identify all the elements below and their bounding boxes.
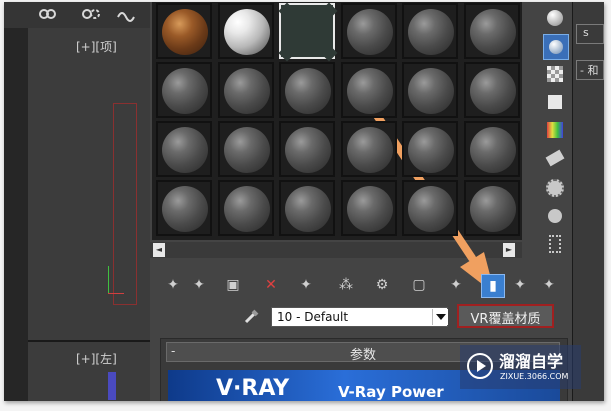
sample-slot[interactable] <box>341 180 397 236</box>
sample-slot[interactable] <box>278 2 338 62</box>
sample-slot[interactable] <box>464 62 520 118</box>
watermark-logo-icon <box>467 353 493 379</box>
show-map-icon[interactable]: ▢ <box>408 274 430 296</box>
reset-icon[interactable]: ▣ <box>222 274 244 296</box>
put-to-scene-icon[interactable]: ✦ <box>162 274 184 296</box>
watermark-url: ZIXUE.3066.COM <box>500 372 569 381</box>
sample-slot[interactable] <box>464 121 520 177</box>
sample-slot[interactable] <box>156 180 212 236</box>
sample-slot[interactable] <box>279 62 335 118</box>
assign-material-icon[interactable]: ✦ <box>188 274 210 296</box>
sample-slot[interactable] <box>156 62 212 118</box>
sample-slot[interactable] <box>341 3 397 59</box>
sample-slot[interactable] <box>402 180 458 236</box>
put-to-library-icon[interactable]: ⁂ <box>335 274 357 296</box>
show-background-icon[interactable]: ▮ <box>481 274 505 298</box>
sample-slot[interactable] <box>218 180 274 236</box>
show-end-result-icon[interactable]: ✦ <box>445 274 467 296</box>
watermark: 溜溜自学 ZIXUE.3066.COM <box>460 345 581 389</box>
sample-slot[interactable] <box>218 62 274 118</box>
sample-slot[interactable] <box>402 121 458 177</box>
material-id-channel-icon[interactable]: ⚙ <box>371 274 393 296</box>
sample-slot[interactable] <box>279 180 335 236</box>
sample-slot[interactable] <box>279 121 335 177</box>
sample-slot[interactable] <box>464 180 520 236</box>
go-to-parent-icon[interactable]: ✦ <box>509 274 531 296</box>
sample-slot[interactable] <box>218 3 274 59</box>
delete-icon[interactable]: ✕ <box>260 274 282 296</box>
sample-slot[interactable] <box>402 3 458 59</box>
sample-slot[interactable] <box>218 121 274 177</box>
sample-slot[interactable] <box>402 62 458 118</box>
sample-slot[interactable] <box>464 3 520 59</box>
go-forward-icon[interactable]: ✦ <box>538 274 560 296</box>
screenshot-stage: [+][项] [+][左] ◄ ► 10 - Default VR覆盖材质 - … <box>0 0 611 411</box>
sample-slot[interactable] <box>156 3 212 59</box>
sample-slot[interactable] <box>156 121 212 177</box>
make-unique-icon[interactable]: ✦ <box>295 274 317 296</box>
sample-slot[interactable] <box>341 62 397 118</box>
watermark-name: 溜溜自学 <box>499 352 564 371</box>
sample-slot[interactable] <box>341 121 397 177</box>
app-window: [+][项] [+][左] ◄ ► 10 - Default VR覆盖材质 - … <box>4 2 604 401</box>
